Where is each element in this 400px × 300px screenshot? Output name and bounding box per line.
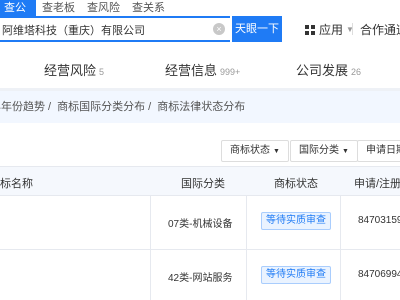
tab-company[interactable]: 查公司	[0, 0, 36, 30]
status-badge: 等待实质审查	[261, 266, 331, 284]
tab-company-development[interactable]: 公司发展 26	[296, 60, 361, 79]
tab-risk[interactable]: 查风险	[81, 0, 126, 16]
chart-nav: 年年份趋势/ 商标国际分类分布/ 商标法律状态分布	[0, 91, 400, 123]
tab-business-risk[interactable]: 经营风险 5	[44, 60, 104, 79]
app-menu[interactable]: 应用 ▼	[305, 21, 354, 38]
class-filter[interactable]: 国际分类 ▼	[290, 140, 358, 162]
nav-intl-class-distribution[interactable]: 商标国际分类分布	[57, 101, 145, 113]
date-filter-label: 申请日期	[366, 145, 400, 156]
tab-relation[interactable]: 查关系	[126, 0, 171, 16]
cell-class: 07类-机械设备	[168, 219, 233, 230]
cell-number[interactable]: 84706994	[358, 269, 400, 280]
tab-business-risk-label: 经营风险	[44, 63, 97, 78]
search-button[interactable]: 天眼一下	[232, 16, 282, 42]
caret-down-icon: ▼	[273, 148, 280, 155]
grid-icon	[305, 24, 315, 35]
search-bar: 阿维塔科技（重庆）有限公司 × 天眼一下 应用 ▼ 合作通道	[0, 16, 400, 42]
tab-business-info[interactable]: 经营信息 999+	[165, 60, 240, 79]
tab-business-info-label: 经营信息	[165, 63, 218, 78]
search-input-value: 阿维塔科技（重庆）有限公司	[2, 25, 145, 37]
status-filter-label: 商标状态	[230, 145, 270, 156]
caret-down-icon: ▼	[342, 148, 349, 155]
col-header-class: 国际分类	[181, 178, 225, 190]
search-type-tabs: 查公司 查老板 查风险 查关系	[0, 0, 400, 30]
cell-class: 42类-网站服务	[168, 273, 233, 284]
app-menu-label: 应用	[319, 23, 344, 37]
section-tabs: 经营风险 5 经营信息 999+ 公司发展 26	[0, 50, 400, 84]
column-divider	[150, 196, 151, 300]
cell-number[interactable]: 84703159	[358, 215, 400, 226]
table-header: 标名称 国际分类 商标状态 申请/注册	[0, 166, 400, 196]
nav-yearly-trend[interactable]: 年年份趋势	[0, 101, 45, 113]
nav-separator: /	[48, 101, 52, 113]
col-header-status: 商标状态	[274, 178, 318, 190]
search-input[interactable]: 阿维塔科技（重庆）有限公司 ×	[0, 16, 230, 42]
tab-company-development-count: 26	[351, 67, 362, 77]
date-filter[interactable]: 申请日期	[357, 140, 400, 162]
header-divider	[352, 23, 353, 35]
column-divider	[340, 196, 341, 300]
tab-business-info-count: 999+	[220, 67, 241, 77]
column-divider	[246, 196, 247, 300]
col-header-name: 标名称	[0, 178, 33, 190]
tab-boss[interactable]: 查老板	[36, 0, 81, 16]
tab-business-risk-count: 5	[99, 67, 105, 77]
partner-link[interactable]: 合作通道	[360, 21, 400, 38]
tab-company-development-label: 公司发展	[296, 63, 349, 78]
col-header-number: 申请/注册	[354, 178, 400, 190]
status-badge: 等待实质审查	[261, 212, 331, 230]
status-filter[interactable]: 商标状态 ▼	[221, 140, 289, 162]
nav-legal-status-distribution[interactable]: 商标法律状态分布	[157, 101, 245, 113]
nav-separator: /	[148, 101, 152, 113]
class-filter-label: 国际分类	[299, 145, 339, 156]
clear-icon[interactable]: ×	[213, 23, 225, 35]
